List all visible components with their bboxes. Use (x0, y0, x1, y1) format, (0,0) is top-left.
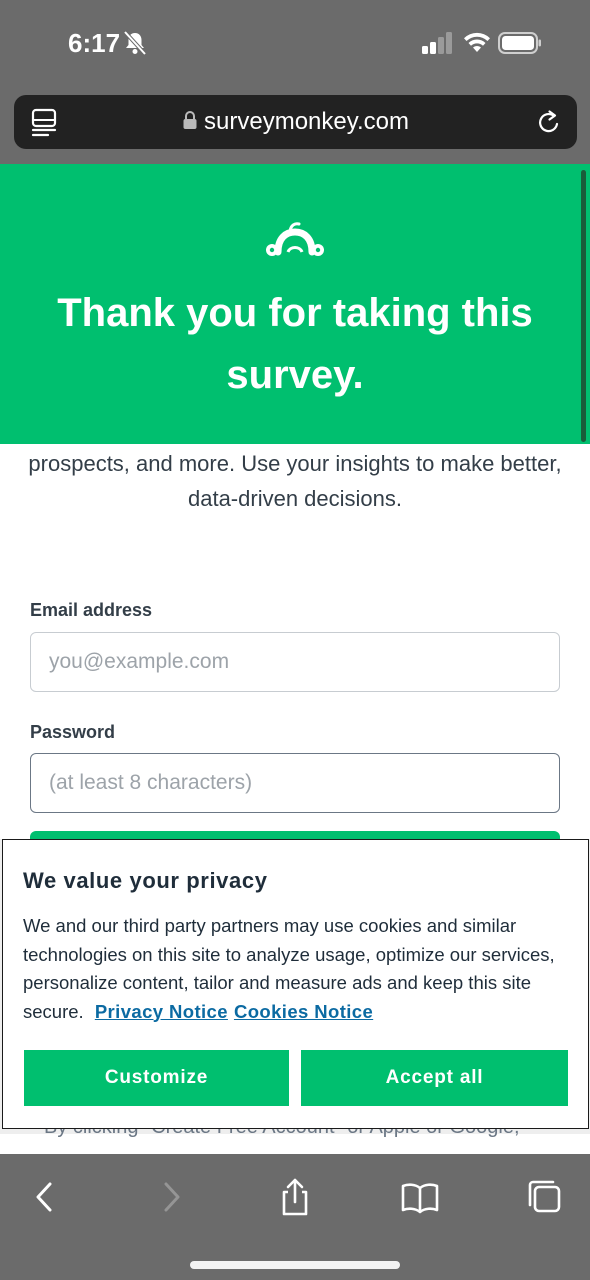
wifi-icon (464, 32, 490, 52)
forward-icon[interactable] (152, 1177, 192, 1217)
address-bar[interactable]: surveymonkey.com (14, 95, 577, 149)
bookmarks-icon[interactable] (400, 1177, 440, 1217)
cookie-banner-text: We and our third party partners may use … (23, 912, 563, 1026)
tabs-icon[interactable] (525, 1177, 565, 1217)
status-time: 6:17 (68, 28, 121, 58)
cellular-signal-icon (422, 32, 452, 54)
status-bar: 6:17 (0, 0, 590, 90)
password-field[interactable] (30, 753, 560, 813)
bell-slash-icon (123, 30, 147, 56)
customize-button[interactable]: Customize (24, 1050, 289, 1106)
password-label: Password (30, 722, 116, 742)
lock-icon (183, 111, 197, 129)
battery-icon (498, 32, 541, 54)
browser-toolbar (0, 1155, 590, 1280)
email-field[interactable] (30, 632, 560, 692)
back-icon[interactable] (24, 1177, 64, 1217)
scrollbar[interactable] (581, 170, 586, 442)
accept-all-button[interactable]: Accept all (301, 1050, 568, 1106)
cookies-notice-link[interactable]: Cookies Notice (234, 1001, 373, 1022)
cookie-consent-banner: We value your privacy We and our third p… (2, 839, 589, 1129)
promo-text: prospects, and more. Use your insights t… (28, 451, 562, 511)
privacy-notice-link[interactable]: Privacy Notice (95, 1001, 228, 1022)
home-indicator[interactable] (190, 1261, 400, 1269)
thank-you-header: Thank you for taking this survey. (0, 164, 590, 444)
cookie-banner-title: We value your privacy (23, 868, 268, 893)
url-text: surveymonkey.com (204, 108, 409, 135)
page-title: Thank you for taking this survey. (57, 291, 533, 397)
share-icon[interactable] (275, 1177, 315, 1217)
surveymonkey-logo-icon (266, 222, 324, 256)
url-display[interactable]: surveymonkey.com (14, 108, 577, 136)
reload-icon[interactable] (535, 107, 563, 137)
email-label: Email address (30, 600, 153, 620)
